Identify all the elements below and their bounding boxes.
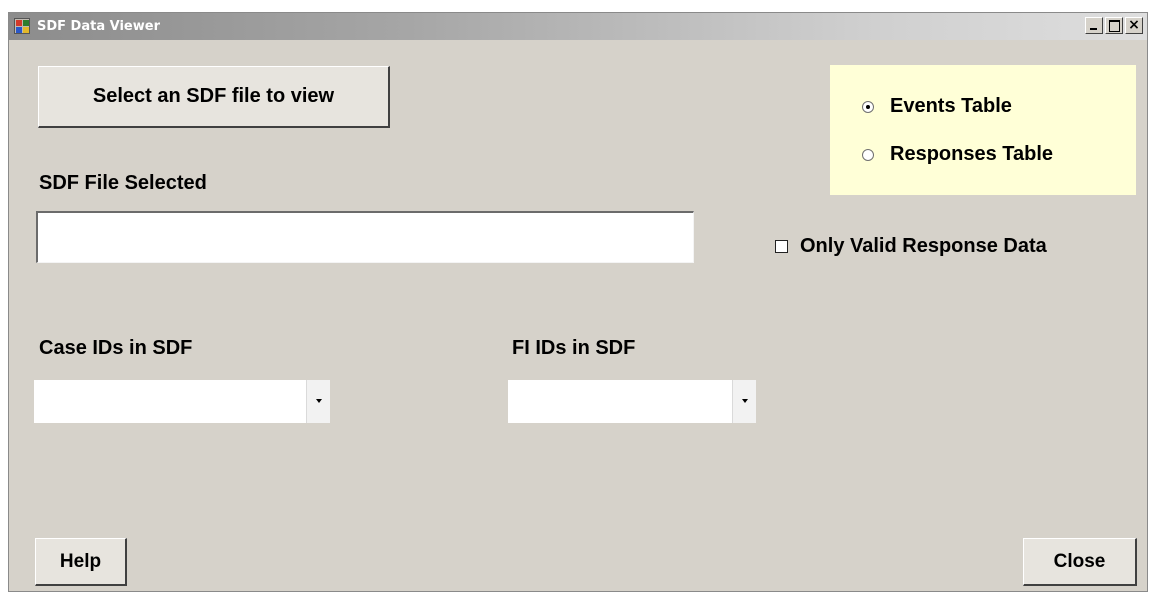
case-ids-dropdown-button[interactable] (306, 380, 330, 423)
sdf-file-path-field[interactable] (36, 211, 694, 263)
app-icon[interactable] (14, 18, 30, 34)
chevron-down-icon (742, 399, 748, 403)
only-valid-response-label: Only Valid Response Data (800, 235, 1047, 257)
window-title: SDF Data Viewer (37, 19, 160, 34)
events-table-radio[interactable] (862, 100, 874, 113)
sdf-file-selected-label: SDF File Selected (39, 172, 207, 194)
maximize-icon (1109, 20, 1120, 32)
fi-ids-dropdown[interactable] (508, 380, 756, 423)
events-table-label: Events Table (890, 95, 1012, 117)
minimize-button[interactable] (1085, 17, 1103, 34)
responses-table-option[interactable]: Responses Table (862, 143, 1053, 166)
only-valid-response-checkbox[interactable] (775, 240, 788, 253)
close-button[interactable]: Close (1023, 538, 1137, 586)
case-ids-dropdown[interactable] (34, 380, 330, 423)
responses-table-radio[interactable] (862, 148, 874, 161)
maximize-button[interactable] (1105, 17, 1123, 34)
title-bar[interactable]: SDF Data Viewer × (9, 13, 1147, 40)
chevron-down-icon (316, 399, 322, 403)
case-ids-label: Case IDs in SDF (39, 337, 193, 359)
sdf-data-viewer-window: SDF Data Viewer × Select an SDF file to … (8, 12, 1148, 592)
fi-ids-label: FI IDs in SDF (512, 337, 636, 359)
close-window-button[interactable]: × (1125, 17, 1143, 34)
window-controls: × (1083, 17, 1143, 35)
help-button[interactable]: Help (35, 538, 127, 586)
responses-table-label: Responses Table (890, 143, 1054, 165)
fi-ids-dropdown-button[interactable] (732, 380, 756, 423)
select-sdf-file-button[interactable]: Select an SDF file to view (38, 66, 390, 128)
table-option-panel: Events Table Responses Table (830, 65, 1136, 195)
only-valid-response-option[interactable]: Only Valid Response Data (775, 235, 1047, 258)
events-table-option[interactable]: Events Table (862, 95, 1012, 118)
minimize-icon (1090, 28, 1097, 30)
close-icon: × (1128, 17, 1140, 33)
